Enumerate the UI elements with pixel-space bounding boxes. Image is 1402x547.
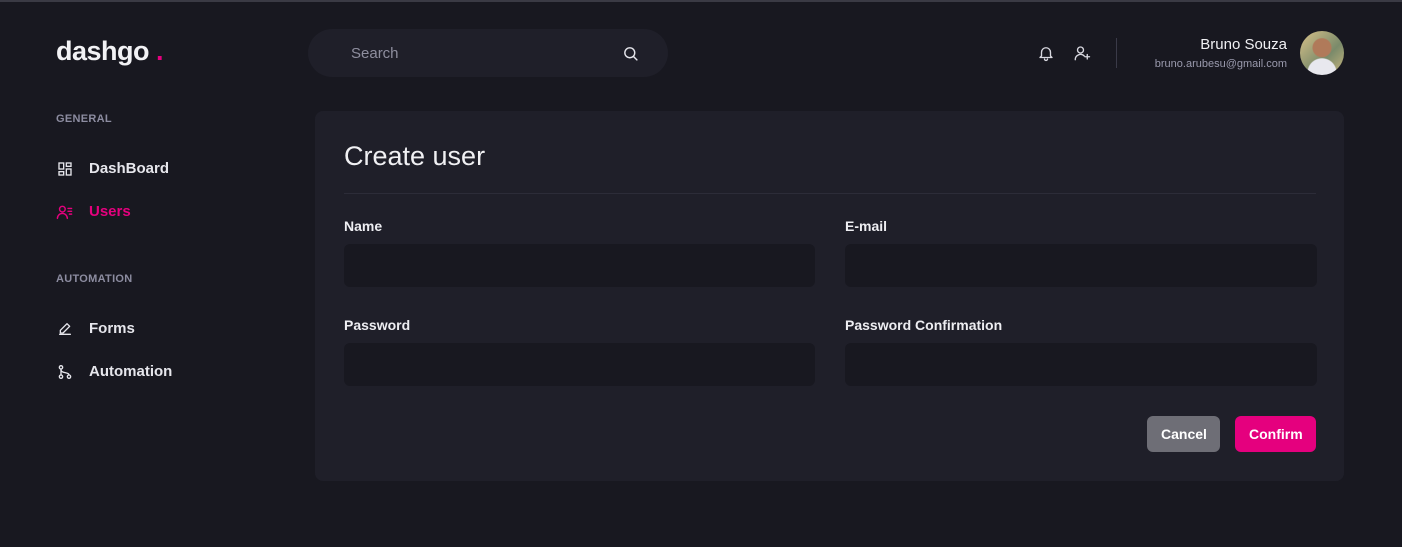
search-input[interactable] (351, 44, 620, 62)
user-form: Name E-mail Password Password Confirmati… (344, 218, 1317, 386)
password-confirmation-field[interactable] (845, 343, 1317, 386)
window-top-border (0, 0, 1402, 2)
sidebar-item-forms[interactable]: Forms (56, 320, 135, 337)
edit-icon (56, 320, 73, 337)
header-actions (1036, 43, 1092, 63)
password-field-group: Password (344, 317, 815, 386)
header-divider (1116, 38, 1117, 68)
logo[interactable]: dashgo . (56, 36, 164, 67)
page-title: Create user (344, 141, 486, 171)
avatar[interactable] (1300, 31, 1344, 75)
password-label: Password (344, 317, 411, 333)
logo-dot: . (156, 36, 164, 66)
form-actions: Cancel Confirm (1147, 416, 1316, 452)
users-icon (56, 203, 73, 220)
name-field[interactable] (344, 244, 815, 287)
dashboard-icon (56, 160, 73, 177)
password-confirmation-label: Password Confirmation (845, 317, 1003, 333)
search-bar[interactable] (308, 29, 668, 77)
user-email: bruno.arubesu@gmail.com (1154, 58, 1287, 70)
sidebar-section-automation: AUTOMATION (56, 273, 133, 285)
sidebar-item-label: Users (89, 203, 131, 220)
sidebar-item-label: Automation (89, 363, 173, 380)
name-field-group: Name (344, 218, 815, 287)
divider (344, 193, 1316, 194)
email-label: E-mail (845, 218, 888, 234)
sidebar-item-automation[interactable]: Automation (56, 363, 172, 380)
sidebar-item-dashboard[interactable]: DashBoard (56, 160, 169, 177)
user-name: Bruno Souza (1200, 36, 1287, 53)
bell-icon[interactable] (1036, 43, 1056, 63)
user-profile[interactable]: Bruno Souza bruno.arubesu@gmail.com (1155, 36, 1287, 73)
cancel-button[interactable]: Cancel (1147, 416, 1220, 452)
password-confirmation-field-group: Password Confirmation (845, 317, 1317, 386)
sidebar-item-label: Forms (89, 320, 135, 337)
logo-text: dashgo (56, 36, 150, 66)
sidebar-item-label: DashBoard (89, 160, 170, 177)
sidebar-section-general: GENERAL (56, 113, 112, 125)
email-field-group: E-mail (845, 218, 1317, 287)
name-label: Name (344, 218, 383, 234)
search-icon[interactable] (620, 43, 640, 63)
sidebar-item-users[interactable]: Users (56, 203, 131, 220)
user-plus-icon[interactable] (1072, 43, 1092, 63)
password-field[interactable] (344, 343, 815, 386)
git-branch-icon (56, 363, 73, 380)
create-user-card: Create user Name E-mail Password Passwor… (315, 111, 1344, 481)
confirm-button[interactable]: Confirm (1235, 416, 1316, 452)
email-field[interactable] (845, 244, 1317, 287)
